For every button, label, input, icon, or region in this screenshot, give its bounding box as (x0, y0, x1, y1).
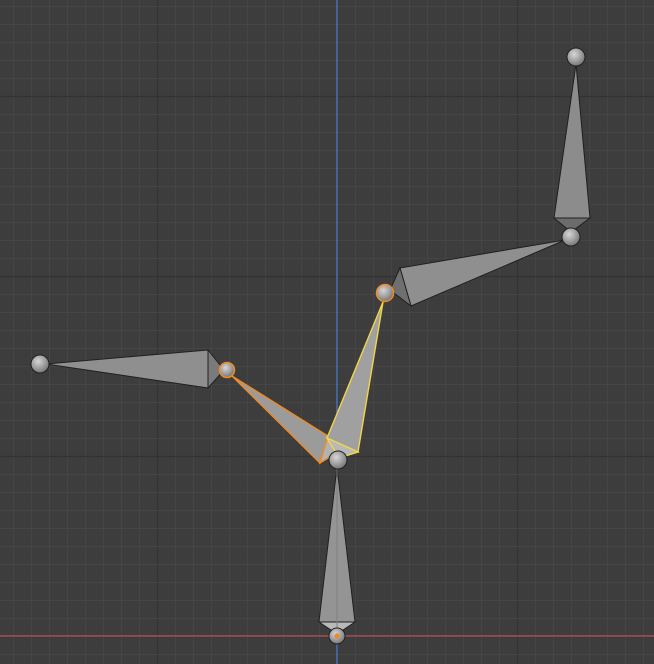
joint-right-tail[interactable] (375, 283, 395, 303)
joint-right-arm-end[interactable] (561, 227, 581, 247)
joint-center[interactable] (328, 450, 348, 470)
joint-right-tip-end[interactable] (566, 47, 586, 67)
joint-left-tail[interactable] (218, 361, 236, 379)
joint-left-tip-end[interactable] (30, 354, 50, 374)
3d-viewport[interactable] (0, 0, 654, 664)
origin-dot (334, 633, 340, 639)
